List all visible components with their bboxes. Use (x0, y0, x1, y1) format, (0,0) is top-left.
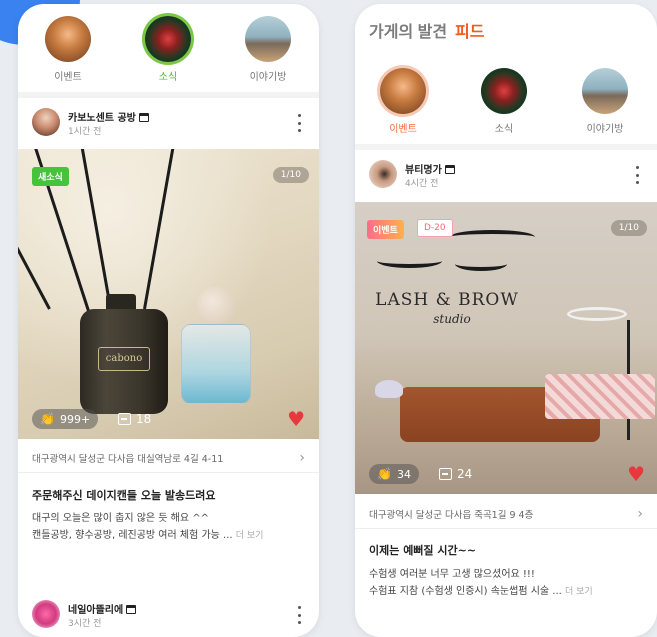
feed-tab-label[interactable]: 피드 (455, 24, 484, 41)
body-line: 수험표 지참 (수험생 인증시) 속눈썹펌 시술 ... 더 보기 (369, 586, 593, 597)
see-more-link[interactable]: 더 보기 (236, 531, 264, 541)
post-header: 카보노센트 공방 1시간 전 (32, 108, 305, 142)
divider (18, 92, 319, 98)
story-room[interactable]: 이야기방 (238, 16, 298, 83)
event-avatar (380, 68, 426, 114)
address-text: 대구광역시 달성군 다사읍 죽곡1길 9 4층 (369, 510, 534, 521)
store-icon (444, 165, 455, 174)
studio-sign: LASH & BROW (375, 290, 519, 310)
store-icon (126, 605, 137, 614)
divider (18, 472, 319, 473)
next-post-header: 네일아뜰리에 3시간 전 (32, 600, 305, 634)
address-row[interactable]: 대구광역시 달성군 다사읍 죽곡1길 9 4층 › (369, 506, 643, 522)
clap-icon: 👏 (377, 467, 392, 481)
news-avatar (145, 16, 191, 62)
right-phone-screen: 가게의 발견 피드 이벤트 소식 이야기방 뷰티명가 4시간 전 LASH & B… (355, 4, 657, 637)
divider (355, 144, 657, 150)
chair (375, 380, 403, 398)
post-body: 수험생 여러분 너무 고생 많으셨어요 !!! 수험표 지참 (수험생 인증시)… (369, 566, 643, 601)
left-phone-screen: 이벤트 소식 이야기방 카보노센트 공방 1시간 전 cabono 새소식 1/… (18, 4, 319, 637)
lash-art (377, 254, 442, 268)
comment-button[interactable]: 24 (439, 467, 472, 481)
author-name[interactable]: 카보노센트 공방 (68, 109, 149, 124)
diffuser-bottle: cabono (80, 309, 168, 414)
photo-counter: 1/10 (610, 220, 647, 236)
news-avatar (481, 68, 527, 114)
story-label: 소식 (494, 124, 514, 135)
clap-count: 999+ (59, 412, 91, 426)
post-time: 4시간 전 (405, 179, 439, 189)
chevron-right-icon: › (299, 450, 305, 466)
story-room-avatar (582, 68, 628, 114)
dday-badge: D-20 (417, 219, 453, 237)
comment-icon (118, 413, 131, 425)
story-label: 이야기방 (249, 72, 287, 83)
author-name[interactable]: 뷰티명가 (405, 161, 455, 176)
post-time: 3시간 전 (68, 619, 102, 629)
comment-count: 24 (457, 467, 473, 481)
photo-counter: 1/10 (272, 167, 309, 183)
post-photo[interactable]: cabono 새소식 1/10 👏 999+ 18 ♥ (18, 149, 319, 439)
story-label: 이벤트 (389, 124, 417, 135)
jar-lid (196, 287, 236, 327)
clap-button[interactable]: 👏 999+ (32, 409, 99, 429)
story-room-avatar (245, 16, 291, 62)
body-line: 캔들공방, 향수공방, 레진공방 여러 체험 가능 ... 더 보기 (32, 530, 264, 541)
comment-button[interactable]: 18 (118, 412, 151, 426)
ring-light (567, 307, 627, 321)
comment-count: 18 (136, 412, 152, 426)
clap-count: 34 (396, 467, 411, 481)
store-icon (138, 113, 149, 122)
blanket (545, 374, 655, 419)
comment-icon (439, 468, 452, 480)
bottle-label: cabono (98, 347, 150, 371)
post-title: 이제는 예뻐질 시간~~ (369, 544, 477, 557)
reed-stick (143, 149, 175, 310)
avatar[interactable] (369, 160, 397, 188)
divider (355, 528, 657, 529)
story-label: 소식 (158, 72, 178, 83)
story-news[interactable]: 소식 (138, 16, 198, 83)
story-event[interactable]: 이벤트 (373, 68, 433, 135)
address-text: 대구광역시 달성군 다사읍 대실역남로 4길 4-11 (32, 454, 224, 465)
post-body: 대구의 오늘은 많이 춥지 않은 듯 해요 ^^ 캔들공방, 향수공방, 레진공… (32, 510, 305, 545)
body-line: 수험생 여러분 너무 고생 많으셨어요 !!! (369, 569, 535, 580)
reed-stick (80, 149, 113, 315)
author-name[interactable]: 네일아뜰리에 (68, 601, 137, 616)
page-title: 가게의 발견 피드 (369, 24, 485, 41)
address-row[interactable]: 대구광역시 달성군 다사읍 대실역남로 4길 4-11 › (32, 450, 305, 466)
avatar[interactable] (32, 600, 60, 628)
post-title: 주문해주신 데이지캔들 오늘 발송드려요 (32, 489, 216, 502)
clap-icon: 👏 (40, 412, 55, 426)
see-more-link[interactable]: 더 보기 (565, 587, 593, 597)
candle-jar (181, 324, 251, 404)
story-label: 이야기방 (586, 124, 624, 135)
avatar[interactable] (32, 108, 60, 136)
post-time: 1시간 전 (68, 127, 102, 137)
clap-button[interactable]: 👏 34 (369, 464, 419, 484)
post-photo[interactable]: LASH & BROW studio 이벤트 D-20 1/10 👏 34 24… (355, 202, 657, 494)
lash-art (455, 257, 507, 271)
new-badge: 새소식 (32, 167, 69, 186)
heart-icon[interactable]: ♥ (627, 464, 645, 484)
post-header: 뷰티명가 4시간 전 (369, 160, 643, 194)
story-news[interactable]: 소식 (474, 68, 534, 135)
brow-art (450, 230, 535, 244)
chevron-right-icon: › (637, 506, 643, 522)
heart-icon[interactable]: ♥ (287, 409, 305, 429)
story-label: 이벤트 (54, 72, 82, 83)
more-options-icon[interactable] (293, 606, 305, 624)
more-options-icon[interactable] (631, 166, 643, 184)
studio-sign-sub: studio (433, 312, 471, 326)
story-event[interactable]: 이벤트 (38, 16, 98, 83)
event-badge: 이벤트 (367, 220, 404, 239)
event-avatar (45, 16, 91, 62)
story-room[interactable]: 이야기방 (575, 68, 635, 135)
body-line: 대구의 오늘은 많이 춥지 않은 듯 해요 ^^ (32, 513, 210, 524)
more-options-icon[interactable] (293, 114, 305, 132)
